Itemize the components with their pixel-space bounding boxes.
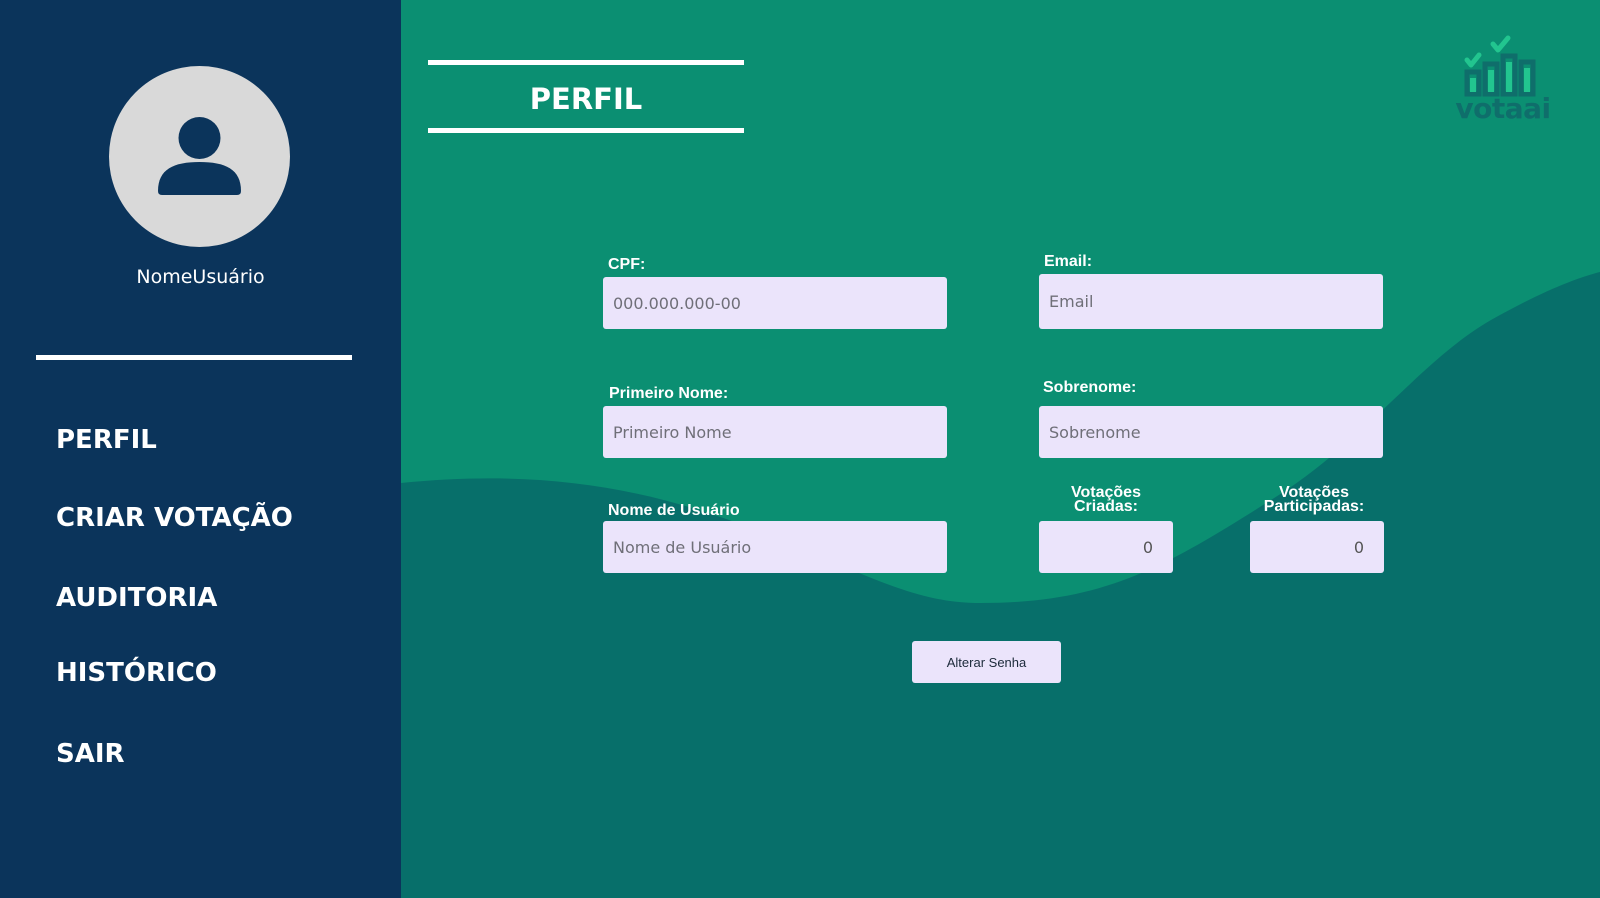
first-name-input[interactable] — [603, 406, 947, 458]
username-input[interactable] — [603, 521, 947, 573]
avatar[interactable] — [109, 66, 290, 247]
first-name-label: Primeiro Nome: — [609, 385, 729, 402]
email-label: Email: — [1044, 253, 1093, 270]
votaai-logo: votaai — [1453, 34, 1553, 134]
cpf-input[interactable] — [603, 277, 947, 329]
votes-created-label-line2: Criadas: — [1073, 498, 1139, 515]
main-panel: PERFIL votaai CPF: Email — [401, 0, 1600, 898]
sidebar-divider — [36, 355, 352, 360]
page-title-box: PERFIL — [428, 60, 744, 135]
title-line-top — [428, 60, 744, 65]
sidebar-item-perfil[interactable]: PERFIL — [56, 425, 157, 455]
sidebar-item-historico[interactable]: HISTÓRICO — [56, 658, 217, 688]
logo-text: votaai — [1455, 92, 1551, 125]
last-name-label: Sobrenome: — [1043, 379, 1137, 396]
sidebar-item-criar-votacao[interactable]: CRIAR VOTAÇÃO — [56, 503, 293, 533]
chart-check-icon — [1464, 35, 1536, 97]
sidebar-item-auditoria[interactable]: AUDITORIA — [56, 583, 217, 613]
cpf-label: CPF: — [608, 256, 646, 273]
change-password-button[interactable]: Alterar Senha — [912, 641, 1061, 683]
username-field-label: Nome de Usuário — [608, 502, 740, 519]
votes-participated-label-line2: Participadas: — [1263, 498, 1365, 515]
username-label: NomeUsuário — [136, 266, 265, 288]
votes-created-label: Votações Criadas: — [1039, 485, 1173, 515]
votes-created-field[interactable] — [1039, 521, 1173, 573]
votes-participated-label: Votações Participadas: — [1224, 485, 1404, 515]
user-icon — [158, 117, 241, 195]
sidebar-item-sair[interactable]: SAIR — [56, 739, 125, 769]
sidebar: NomeUsuário PERFIL CRIAR VOTAÇÃO AUDITOR… — [0, 0, 401, 898]
email-input[interactable] — [1039, 274, 1383, 329]
last-name-input[interactable] — [1039, 406, 1383, 458]
title-line-bottom — [428, 128, 744, 133]
votes-participated-field[interactable] — [1250, 521, 1384, 573]
page-title: PERFIL — [529, 82, 643, 116]
